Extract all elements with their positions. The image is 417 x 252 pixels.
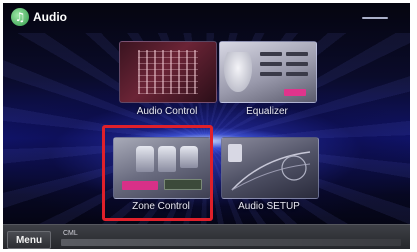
status-indicator [362,17,388,19]
eq-slider [286,62,308,66]
audio-control-button[interactable] [119,41,217,103]
eq-slider [260,52,282,56]
eq-slider [260,72,282,76]
menu-button[interactable]: Menu [7,231,51,249]
equalizer-hand-graphic [224,52,252,92]
equalizer-label: Equalizer [246,106,288,117]
audio-setup-button[interactable] [221,137,319,199]
eq-slider [286,72,308,76]
audio-setup-label: Audio SETUP [238,201,300,212]
page-title: Audio [33,10,67,24]
audio-control-icon [138,50,198,94]
footer-bar: Menu CML [3,224,410,249]
audio-app-icon[interactable]: ♫ [11,8,29,26]
eq-preset-indicator [284,89,306,96]
footer-info-bar [61,239,401,246]
header-bar: ♫ Audio [3,3,410,33]
eq-slider [260,62,282,66]
eq-slider [286,52,308,56]
equalizer-button[interactable] [219,41,317,103]
audio-setup-icon [228,144,311,191]
screen-frame: ♫ Audio Audio Control Equalizer Zone Con… [3,3,410,249]
footer-info-text: CML [63,230,78,237]
selection-highlight [102,125,213,221]
